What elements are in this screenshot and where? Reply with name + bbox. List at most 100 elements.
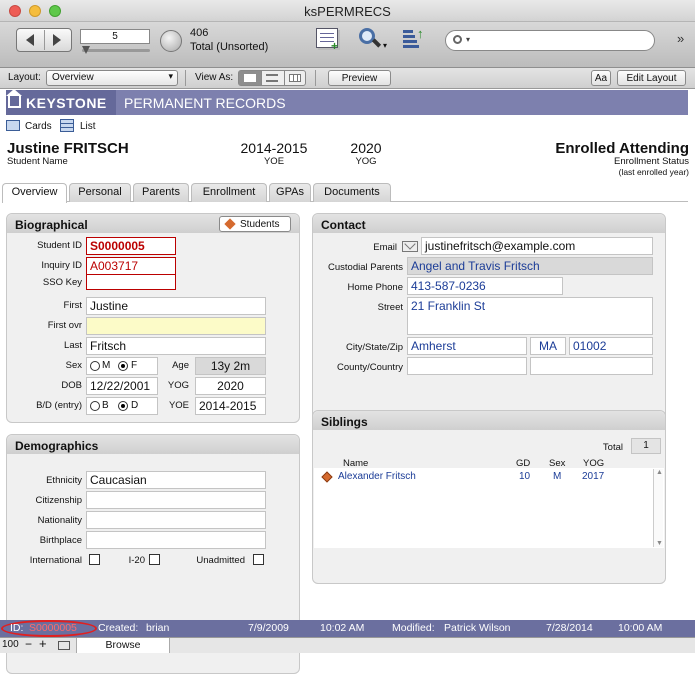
bd-entry-label: B/D (entry) xyxy=(36,400,82,411)
zoom-out-icon[interactable]: − xyxy=(25,637,32,651)
created-label: Created: xyxy=(98,622,139,634)
table-view-icon[interactable] xyxy=(289,74,301,82)
tab-personal[interactable]: Personal xyxy=(69,183,131,202)
current-record-field[interactable]: 5 xyxy=(80,29,150,44)
preview-button[interactable]: Preview xyxy=(328,70,391,86)
siblings-scrollbar[interactable]: ▲ ▼ xyxy=(653,469,663,547)
list-link[interactable]: List xyxy=(80,121,96,132)
sex-m-radio[interactable] xyxy=(90,361,100,371)
i20-checkbox[interactable] xyxy=(149,554,160,565)
mode-indicator[interactable]: Browse xyxy=(76,638,170,653)
modified-time: 10:00 AM xyxy=(618,622,663,634)
citizenship-field[interactable] xyxy=(86,491,266,509)
siblings-panel: Siblings Total 1 Name GD Sex YOG Alexand… xyxy=(312,410,666,584)
folder-icon[interactable] xyxy=(6,120,20,131)
sex-f-label: F xyxy=(131,360,138,371)
slider-handle[interactable] xyxy=(82,46,90,54)
next-record-icon[interactable] xyxy=(53,34,61,46)
street-label: Street xyxy=(377,302,403,313)
student-name-label: Student Name xyxy=(7,156,68,167)
chevron-down-icon[interactable]: ▾ xyxy=(383,41,387,50)
divider xyxy=(44,30,45,50)
zoom-in-icon[interactable]: + xyxy=(39,636,47,651)
zoom-level[interactable]: 100 xyxy=(2,639,19,650)
find-handle xyxy=(371,38,382,48)
county-field[interactable] xyxy=(407,357,527,375)
quick-find-input[interactable]: ▾ xyxy=(445,30,655,51)
toolbar: 5 406 Total (Unsorted) + ▾ ↑ ▾ » xyxy=(0,22,695,68)
table-row[interactable]: Alexander Fritsch 10 M 2017 xyxy=(314,468,652,486)
new-record-icon[interactable]: + xyxy=(316,28,338,53)
yog-field[interactable]: 2020 xyxy=(195,377,266,395)
cards-link[interactable]: Cards xyxy=(25,121,52,132)
tab-enrollment[interactable]: Enrollment xyxy=(191,183,267,202)
chevron-down-icon: ▾ xyxy=(168,71,173,81)
edit-layout-button[interactable]: Edit Layout xyxy=(617,70,686,86)
unadmitted-checkbox[interactable] xyxy=(253,554,264,565)
layout-value: Overview xyxy=(52,72,94,83)
tab-parents[interactable]: Parents xyxy=(133,183,189,202)
enrollment-status: Enrolled Attending xyxy=(555,140,689,157)
list-icon[interactable] xyxy=(60,119,74,132)
sso-key-field[interactable] xyxy=(86,274,176,290)
dob-field[interactable]: 12/22/2001 xyxy=(86,377,158,395)
ethnicity-field[interactable]: Caucasian xyxy=(86,471,266,489)
record-navigation-control[interactable] xyxy=(16,28,72,52)
tab-overview[interactable]: Overview xyxy=(2,183,67,203)
email-icon[interactable] xyxy=(402,238,418,252)
email-field[interactable]: justinefritsch@example.com xyxy=(421,237,653,255)
bd-b-label: B xyxy=(102,400,109,411)
students-button[interactable]: Students xyxy=(219,216,291,232)
zip-field[interactable]: 01002 xyxy=(569,337,653,355)
nationality-label: Nationality xyxy=(37,515,82,526)
bd-d-radio[interactable] xyxy=(118,401,128,411)
form-view-icon[interactable] xyxy=(239,71,261,85)
tab-gpas[interactable]: GPAs xyxy=(269,183,311,202)
street-field[interactable]: 21 Franklin St xyxy=(407,297,653,335)
previous-record-icon[interactable] xyxy=(26,34,34,46)
toolbar-overflow-icon[interactable]: » xyxy=(677,31,684,46)
record-slider[interactable] xyxy=(82,49,150,52)
siblings-total-field: 1 xyxy=(631,438,661,454)
student-name: Justine FRITSCH xyxy=(7,140,129,157)
modified-date: 7/28/2014 xyxy=(546,622,593,634)
bottom-bar: 100 − + Browse xyxy=(0,636,695,653)
status-id: S0000005 xyxy=(29,622,77,634)
view-as-control[interactable] xyxy=(238,70,306,86)
layout-select[interactable]: Overview ▾ xyxy=(46,70,178,86)
home-icon[interactable] xyxy=(6,89,22,108)
created-time: 10:02 AM xyxy=(320,622,365,634)
international-checkbox[interactable] xyxy=(89,554,100,565)
bd-b-radio[interactable] xyxy=(90,401,100,411)
bd-d-label: D xyxy=(131,400,139,411)
banner: KEYSTONE PERMANENT RECORDS xyxy=(6,89,688,115)
country-field[interactable] xyxy=(530,357,653,375)
first-field[interactable]: Justine xyxy=(86,297,266,315)
header-yog-label: YOG xyxy=(355,156,377,167)
student-id-field[interactable]: S0000005 xyxy=(86,237,176,255)
header-yoe-label: YOE xyxy=(263,156,285,167)
birthplace-field[interactable] xyxy=(86,531,266,549)
enrollment-status-sub: (last enrolled year) xyxy=(618,167,689,177)
yoe-field[interactable]: 2014-2015 xyxy=(195,397,266,415)
first-label: First xyxy=(63,300,82,311)
sex-f-radio[interactable] xyxy=(118,361,128,371)
list-view-icon[interactable] xyxy=(266,74,278,82)
last-field[interactable]: Fritsch xyxy=(86,337,266,355)
first-ovr-field[interactable] xyxy=(86,317,266,335)
home-phone-field[interactable]: 413-587-0236 xyxy=(407,277,563,295)
formatting-bar-button[interactable]: Aa xyxy=(591,70,611,86)
nationality-field[interactable] xyxy=(86,511,266,529)
sibling-yog: 2017 xyxy=(582,471,605,482)
header-yog: 2020 xyxy=(350,140,382,156)
state-field[interactable]: MA xyxy=(530,337,566,355)
city-field[interactable]: Amherst xyxy=(407,337,527,355)
tab-documents[interactable]: Documents xyxy=(313,183,391,202)
sort-icon[interactable]: ↑ xyxy=(403,26,424,50)
contact-title: Contact xyxy=(313,214,665,233)
inquiry-id-field[interactable]: A003717 xyxy=(86,257,176,275)
go-to-record-icon[interactable] xyxy=(321,471,333,483)
inquiry-id-label: Inquiry ID xyxy=(41,260,82,271)
biographical-panel: Biographical Students Student ID S000000… xyxy=(6,213,300,423)
status-toolbar-toggle-icon[interactable] xyxy=(58,641,70,650)
